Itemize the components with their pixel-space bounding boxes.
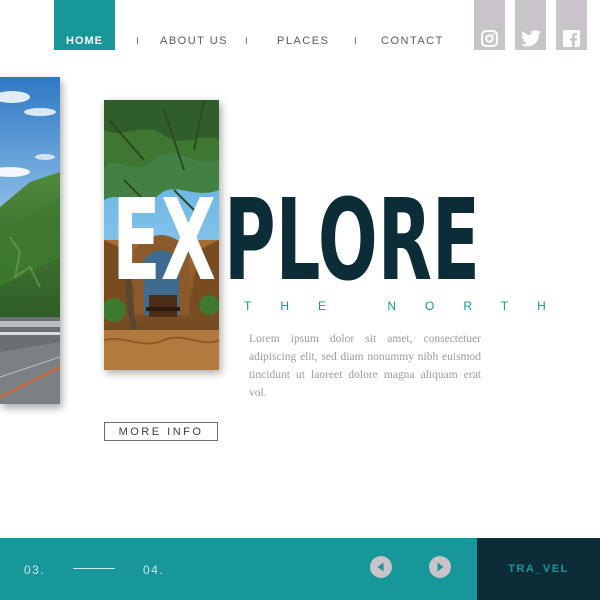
facebook-button[interactable] [556, 0, 587, 50]
headline-dark-part: PLORE [224, 176, 480, 306]
brand-logo[interactable]: TRA_VEL [477, 538, 600, 600]
slide-current-number: 03. [24, 563, 46, 577]
arrow-left-icon [377, 562, 384, 572]
arrow-right-icon [437, 562, 444, 572]
facebook-icon [563, 30, 580, 47]
previous-slide-button[interactable] [370, 556, 392, 578]
tree-courtyard-image [104, 100, 219, 370]
slide-divider-line [73, 568, 115, 569]
nav-item-contact[interactable]: CONTACT [381, 35, 444, 48]
instagram-button[interactable] [474, 0, 505, 50]
hero-body-text: Lorem ipsum dolor sit amet, consectetuer… [249, 333, 481, 399]
mountain-road-image [0, 77, 60, 404]
more-info-button[interactable]: MORE INFO [104, 422, 218, 441]
nav-home-tab[interactable]: HOME [54, 0, 115, 50]
nav-separator: I [245, 36, 248, 47]
twitter-button[interactable] [515, 0, 546, 50]
instagram-icon [481, 30, 498, 47]
slide-next-number: 04. [143, 563, 165, 577]
landscape-photo [0, 77, 60, 404]
nav-separator: I [136, 36, 139, 47]
top-navigation: HOME I ABOUT US I PLACES I CONTACT [0, 0, 600, 50]
brand-label: TRA_VEL [508, 563, 569, 575]
footer-bar: 03. 04. [0, 538, 477, 600]
next-slide-button[interactable] [429, 556, 451, 578]
nav-item-places[interactable]: PLACES [277, 35, 329, 48]
nav-home-label: HOME [66, 35, 103, 47]
travel-landing-page: HOME I ABOUT US I PLACES I CONTACT EX PL… [0, 0, 600, 600]
nav-separator: I [354, 36, 357, 47]
hero-subtitle: THE NORTH [244, 299, 575, 313]
village-photo [104, 100, 219, 370]
nav-item-about-us[interactable]: ABOUT US [160, 35, 228, 48]
twitter-icon [520, 30, 541, 47]
